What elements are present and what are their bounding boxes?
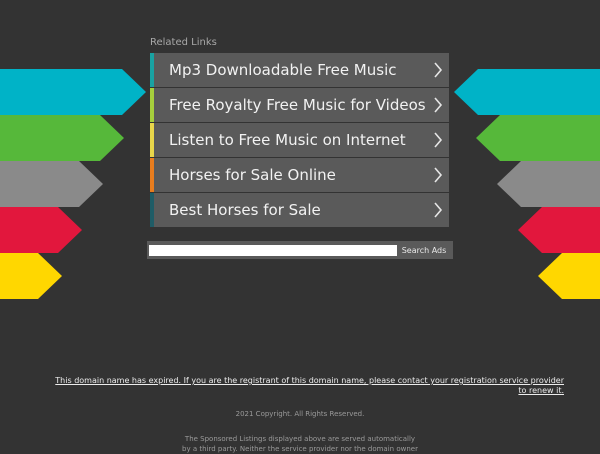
- domain-expired-link[interactable]: This domain name has expired. If you are…: [40, 376, 564, 396]
- arrow-shape: [518, 207, 600, 253]
- chevron-right-icon: [434, 202, 443, 218]
- arrow-shape: [538, 253, 600, 299]
- related-link-label: Best Horses for Sale: [169, 201, 321, 219]
- related-link-label: Mp3 Downloadable Free Music: [169, 61, 397, 79]
- arrow-shape: [454, 69, 600, 115]
- domain-expired-line-1: This domain name has expired. If you are…: [55, 376, 564, 385]
- related-links-title: Related Links: [150, 37, 217, 48]
- arrow-right-3: [497, 161, 600, 207]
- arrow-shape: [497, 161, 600, 207]
- related-link-1[interactable]: Mp3 Downloadable Free Music: [150, 53, 449, 87]
- arrow-shape: [0, 207, 82, 253]
- related-link-label: Listen to Free Music on Internet: [169, 131, 406, 149]
- chevron-right-icon: [434, 97, 443, 113]
- related-link-label: Horses for Sale Online: [169, 166, 336, 184]
- related-link-2[interactable]: Free Royalty Free Music for Videos: [150, 88, 449, 122]
- copyright-text: 2021 Copyright. All Rights Reserved.: [235, 410, 365, 418]
- search-input[interactable]: [149, 244, 397, 256]
- search-ads-button[interactable]: Search Ads: [397, 243, 451, 257]
- related-link-label: Free Royalty Free Music for Videos: [169, 96, 426, 114]
- chevron-right-icon: [434, 167, 443, 183]
- search-bar: Search Ads: [147, 241, 453, 259]
- arrow-left-5: [0, 253, 62, 299]
- arrow-shape: [0, 115, 124, 161]
- sponsored-line-2: by a third party. Neither the service pr…: [182, 445, 418, 453]
- related-links-list: Mp3 Downloadable Free Music Free Royalty…: [150, 53, 449, 228]
- chevron-right-icon: [434, 62, 443, 78]
- arrow-shape: [476, 115, 600, 161]
- related-link-4[interactable]: Horses for Sale Online: [150, 158, 449, 192]
- arrow-right-5: [538, 253, 600, 299]
- arrow-right-1: [454, 69, 600, 115]
- arrow-right-2: [476, 115, 600, 161]
- chevron-right-icon: [434, 132, 443, 148]
- related-link-3[interactable]: Listen to Free Music on Internet: [150, 123, 449, 157]
- arrow-shape: [0, 69, 146, 115]
- arrow-left-4: [0, 207, 82, 253]
- arrow-left-2: [0, 115, 124, 161]
- arrow-shape: [0, 253, 62, 299]
- sponsored-disclaimer: The Sponsored Listings displayed above a…: [150, 434, 450, 454]
- arrow-right-4: [518, 207, 600, 253]
- arrow-left-1: [0, 69, 146, 115]
- arrow-left-3: [0, 161, 103, 207]
- domain-expired-line-2: to renew it.: [518, 386, 564, 395]
- sponsored-line-1: The Sponsored Listings displayed above a…: [184, 435, 416, 443]
- arrow-shape: [0, 161, 103, 207]
- related-link-5[interactable]: Best Horses for Sale: [150, 193, 449, 227]
